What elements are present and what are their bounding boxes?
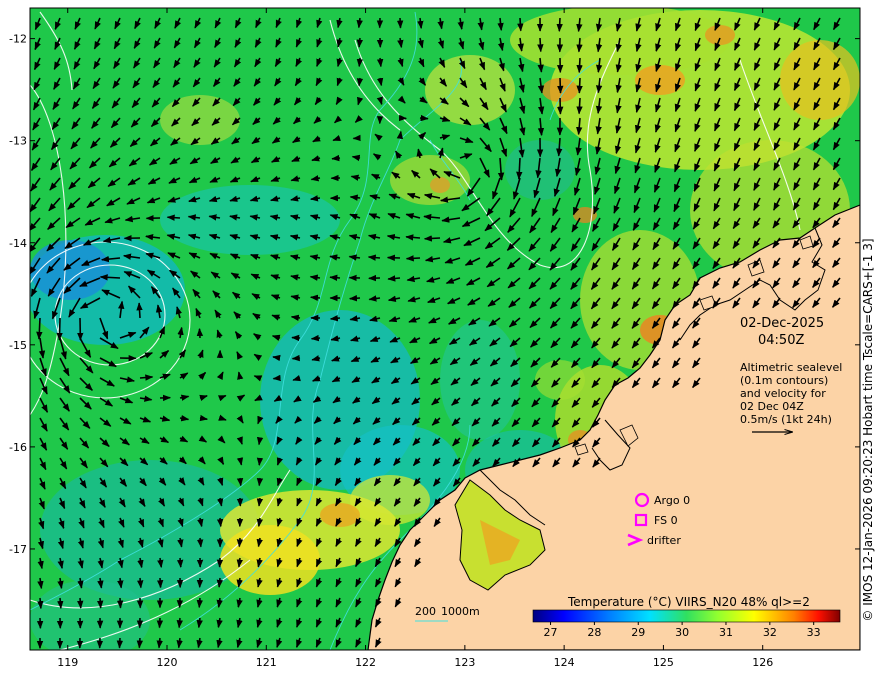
colorbar-tick-label: 29 xyxy=(631,626,645,639)
bathy-label-1000: 1000m xyxy=(441,605,480,618)
drifter-label: drifter xyxy=(647,534,681,547)
lon-tick-label: 121 xyxy=(256,656,277,669)
fs-label: FS 0 xyxy=(654,514,678,527)
velocity-arrow xyxy=(36,317,43,340)
colorbar-title: Temperature (°C) VIIRS_N20 48% ql>=2 xyxy=(567,595,810,609)
velocity-arrow xyxy=(310,334,321,342)
credit-text: © IMOS 12-Jan-2026 09:20:23 Hobart time … xyxy=(858,210,878,650)
velocity-arrow xyxy=(77,597,84,609)
velocity-arrow xyxy=(196,597,204,609)
velocity-arrow xyxy=(156,637,163,649)
credit-label: © IMOS 12-Jan-2026 09:20:23 Hobart time … xyxy=(861,238,875,622)
velocity-arrow xyxy=(256,477,264,487)
lon-tick-label: 119 xyxy=(57,656,78,669)
velocity-arrow xyxy=(356,77,364,87)
annotation-line-5: 0.5m/s (1kt 24h) xyxy=(740,413,832,426)
colorbar-tick-label: 28 xyxy=(587,626,601,639)
velocity-arrow xyxy=(356,57,364,68)
lat-tick-label: -14 xyxy=(9,237,27,250)
velocity-arrow xyxy=(349,194,361,201)
colorbar-ramp xyxy=(532,609,841,623)
velocity-arrow xyxy=(136,637,144,649)
colorbar-tick-label: 30 xyxy=(675,626,689,639)
velocity-arrow xyxy=(423,235,441,242)
velocity-arrow xyxy=(272,354,281,362)
velocity-arrow xyxy=(256,497,264,507)
velocity-arrow xyxy=(396,17,404,29)
colorbar-tick-label: 27 xyxy=(544,626,558,639)
lon-tick-label: 124 xyxy=(554,656,575,669)
velocity-arrow xyxy=(139,374,154,381)
bathy-label-200: 200 xyxy=(415,605,436,618)
lon-tick-label: 123 xyxy=(454,656,475,669)
annotation-line-3: and velocity for xyxy=(740,387,826,400)
velocity-arrow xyxy=(256,436,264,446)
lat-tick-label: -12 xyxy=(9,33,27,46)
velocity-arrow xyxy=(272,374,281,382)
annotation-line-4: 02 Dec 04Z xyxy=(740,400,804,413)
lat-tick-label: -17 xyxy=(9,543,27,556)
velocity-arrow xyxy=(517,17,524,32)
velocity-arrow xyxy=(156,617,164,629)
velocity-arrow xyxy=(166,214,181,221)
velocity-arrow xyxy=(556,17,563,32)
lat-tick-label: -13 xyxy=(9,135,27,148)
velocity-arrow xyxy=(329,274,341,281)
colorbar-tick-label: 31 xyxy=(719,626,733,639)
velocity-arrow xyxy=(329,315,341,322)
sst-map: 119 120 121 122 123 124 125 126 -12 -13 -14 -15 -16 -… xyxy=(9,7,861,669)
velocity-arrow xyxy=(137,577,144,589)
velocity-arrow xyxy=(516,157,523,180)
velocity-arrow xyxy=(576,37,583,53)
velocity-arrow xyxy=(116,637,124,649)
velocity-arrow xyxy=(576,77,583,94)
velocity-arrow xyxy=(356,37,364,48)
velocity-arrow xyxy=(216,577,223,588)
lon-tick-label: 122 xyxy=(355,656,376,669)
velocity-arrow xyxy=(419,114,429,122)
velocity-arrow xyxy=(97,597,104,609)
velocity-arrow xyxy=(216,517,224,528)
annotation-date: 02-Dec-2025 xyxy=(740,316,824,331)
velocity-arrow xyxy=(99,274,121,281)
annotation-line-1: Altimetric sealevel xyxy=(740,361,842,374)
velocity-arrow xyxy=(576,97,583,115)
velocity-arrow xyxy=(576,57,583,74)
velocity-arrow xyxy=(367,254,381,261)
velocity-arrow xyxy=(236,557,243,568)
velocity-arrow xyxy=(376,57,384,68)
velocity-arrow xyxy=(136,302,143,319)
velocity-arrow xyxy=(349,295,361,302)
argo-label: Argo 0 xyxy=(654,494,690,507)
lon-tick-label: 120 xyxy=(157,656,178,669)
velocity-arrow xyxy=(57,597,64,609)
velocity-arrow xyxy=(405,255,421,262)
velocity-arrow xyxy=(557,77,564,94)
velocity-arrow xyxy=(236,537,244,548)
velocity-arrow xyxy=(116,597,124,609)
colorbar-tick-label: 32 xyxy=(763,626,777,639)
velocity-arrow xyxy=(256,457,264,466)
annotation-time: 04:50Z xyxy=(758,333,804,348)
lon-tick-label: 126 xyxy=(752,656,773,669)
velocity-arrow xyxy=(387,275,401,282)
lat-tick-label: -15 xyxy=(9,339,27,352)
velocity-arrow xyxy=(310,294,321,302)
velocity-arrow xyxy=(291,354,301,362)
velocity-arrow xyxy=(176,557,184,568)
velocity-arrow xyxy=(396,130,404,140)
velocity-arrow xyxy=(236,477,244,487)
velocity-arrow xyxy=(196,328,204,339)
velocity-arrow xyxy=(37,597,44,610)
annotation-line-2: (0.1m contours) xyxy=(740,374,828,387)
lat-tick-label: -16 xyxy=(9,441,27,454)
velocity-arrow xyxy=(331,154,341,162)
velocity-arrow xyxy=(537,37,544,53)
lon-tick-label: 125 xyxy=(653,656,674,669)
colorbar-tick-label: 33 xyxy=(807,626,821,639)
velocity-arrow xyxy=(176,617,183,629)
velocity-arrow xyxy=(56,317,63,341)
velocity-arrow xyxy=(156,577,164,589)
velocity-arrow xyxy=(196,537,204,548)
